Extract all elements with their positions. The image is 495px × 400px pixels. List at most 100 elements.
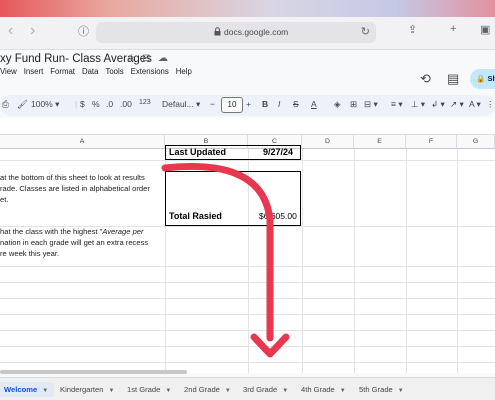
text-color-picker-icon[interactable]: A ▾ [469, 99, 481, 110]
share-button[interactable]: 🔒 Sh [470, 69, 495, 89]
column-header-d[interactable]: D [302, 135, 354, 149]
tab-welcome[interactable]: Welcome ▼ [0, 382, 55, 397]
increase-decimal-button[interactable]: .00 [120, 99, 132, 109]
paint-format-icon[interactable]: 🖌 [17, 99, 28, 110]
menu-bar: View Insert Format Data Tools Extensions Help [0, 67, 199, 76]
horizontal-scrollbar[interactable] [0, 370, 187, 374]
text-wrap-icon[interactable]: ↲ ▾ [431, 99, 445, 110]
column-header-a[interactable]: A [0, 135, 165, 149]
caret-down-icon: ▾ [196, 99, 201, 109]
more-icon[interactable]: ⋮ [486, 99, 495, 110]
gridline [406, 149, 407, 373]
new-tab-icon[interactable]: + [450, 23, 456, 35]
tab-3rd-grade[interactable]: 3rd Grade ▼ [243, 382, 288, 397]
font-select[interactable]: Defaul... ▾ [162, 99, 200, 110]
tab-5th-grade[interactable]: 5th Grade ▼ [359, 382, 404, 397]
gridline [0, 282, 495, 283]
gridline [0, 160, 495, 161]
share-label: Sh [487, 74, 495, 83]
column-header-e[interactable]: E [354, 135, 406, 149]
gridline [0, 314, 495, 315]
prize-line: nation in each grade will get an extra r… [0, 238, 149, 247]
tab-label: 1st Grade [127, 385, 161, 394]
menu-data[interactable]: Data [82, 67, 98, 76]
cloud-saved-icon: ☁ [158, 53, 168, 64]
prize-text[interactable]: hat the class with the highest "Average … [0, 226, 148, 259]
history-icon[interactable]: ⟲ [420, 71, 431, 87]
docs-header: xy Fund Run- Class Averages ☆ ⊡ ☁ View In… [0, 50, 495, 95]
merge-cells-icon[interactable]: ⊟ ▾ [364, 99, 378, 110]
menu-view[interactable]: View [0, 67, 17, 76]
gridline [457, 149, 458, 373]
last-updated-label[interactable]: Last Updated [169, 147, 226, 157]
tab-kindergarten[interactable]: Kindergarten ▼ [60, 382, 114, 397]
tab-1st-grade[interactable]: 1st Grade ▼ [127, 382, 171, 397]
bold-icon[interactable]: B [262, 99, 268, 109]
instructions-line: rade. Classes are listed in alphabetical… [0, 184, 150, 193]
comments-icon[interactable]: ▤ [447, 71, 459, 87]
borders-icon[interactable]: ⊞ [350, 99, 357, 110]
address-bar[interactable]: docs.google.com ↻ [96, 22, 376, 43]
prize-line-italic: Average per [102, 227, 144, 236]
print-icon[interactable]: ⎙ [2, 99, 9, 110]
menu-extensions[interactable]: Extensions [131, 67, 169, 76]
fill-color-icon[interactable]: ◈ [334, 99, 341, 110]
last-updated-value[interactable]: 9/27/24 [263, 147, 293, 157]
vertical-align-icon[interactable]: ⊥ ▾ [411, 99, 425, 110]
menu-format[interactable]: Format [50, 67, 75, 76]
caret-down-icon: ▼ [397, 388, 404, 394]
currency-format-button[interactable]: $ [80, 99, 85, 109]
zoom-select[interactable]: 100% ▾ [31, 99, 59, 110]
formula-bar[interactable] [0, 118, 495, 135]
menu-insert[interactable]: Insert [24, 67, 44, 76]
gridline [0, 346, 495, 347]
strikethrough-icon[interactable]: S [293, 99, 299, 109]
caret-down-icon: ▼ [224, 388, 231, 394]
font-name: Defaul... [162, 99, 194, 109]
tab-label: Kindergarten [60, 385, 104, 394]
number-format-button[interactable]: 123 [139, 99, 151, 106]
spreadsheet-grid[interactable]: A B C D E F G Last Updated 9/27/24 Total… [0, 135, 495, 373]
tab-4th-grade[interactable]: 4th Grade ▼ [301, 382, 346, 397]
tab-overview-icon[interactable]: ▣ [480, 23, 490, 36]
text-rotation-icon[interactable]: ↗ ▾ [450, 99, 464, 110]
prize-line: hat the class with the highest "Average … [0, 226, 148, 237]
font-size-decrease-icon[interactable]: − [210, 99, 215, 109]
italic-icon[interactable]: I [278, 99, 280, 109]
tab-2nd-grade[interactable]: 2nd Grade ▼ [184, 382, 231, 397]
move-folder-icon[interactable]: ⊡ [142, 53, 150, 64]
decrease-decimal-button[interactable]: .0 [106, 99, 113, 109]
percent-format-button[interactable]: % [92, 99, 100, 109]
lock-icon [214, 27, 221, 36]
horizontal-align-icon[interactable]: ≡ ▾ [391, 99, 403, 110]
tab-label: Welcome [4, 385, 38, 394]
gridline [0, 330, 495, 331]
instructions-line: et. [0, 195, 9, 204]
gridline [0, 362, 495, 363]
star-icon[interactable]: ☆ [127, 53, 136, 64]
url-text: docs.google.com [224, 27, 289, 37]
column-header-f[interactable]: F [406, 135, 457, 149]
prize-line: re week this year. [0, 249, 60, 258]
tab-label: 2nd Grade [184, 385, 220, 394]
divider: | [75, 99, 78, 109]
caret-down-icon: ▼ [339, 388, 346, 394]
tab-label: 5th Grade [359, 385, 393, 394]
share-page-icon[interactable]: ⇪ [408, 23, 417, 36]
column-header-g[interactable]: G [457, 135, 495, 149]
back-arrow-icon[interactable]: ‹ [8, 23, 13, 39]
forward-arrow-icon[interactable]: › [30, 23, 35, 39]
browser-window: ‹ › ⓘ docs.google.com ↻ ⇪ + ▣ xy Fund Ru… [0, 17, 495, 400]
font-size-increase-icon[interactable]: + [246, 99, 251, 109]
privacy-icon[interactable]: ⓘ [78, 23, 89, 39]
gridline [0, 298, 495, 299]
instructions-text[interactable]: at the bottom of this sheet to look at r… [0, 172, 150, 205]
text-color-icon[interactable]: A [311, 99, 317, 109]
reload-icon[interactable]: ↻ [361, 25, 370, 38]
font-size-input[interactable]: 10 [221, 97, 243, 113]
total-raised-value[interactable]: $6,605.00 [259, 211, 297, 221]
total-raised-label[interactable]: Total Rasied [169, 211, 222, 221]
menu-help[interactable]: Help [176, 67, 192, 76]
share-icon: 🔒 [476, 74, 488, 83]
menu-tools[interactable]: Tools [105, 67, 123, 76]
